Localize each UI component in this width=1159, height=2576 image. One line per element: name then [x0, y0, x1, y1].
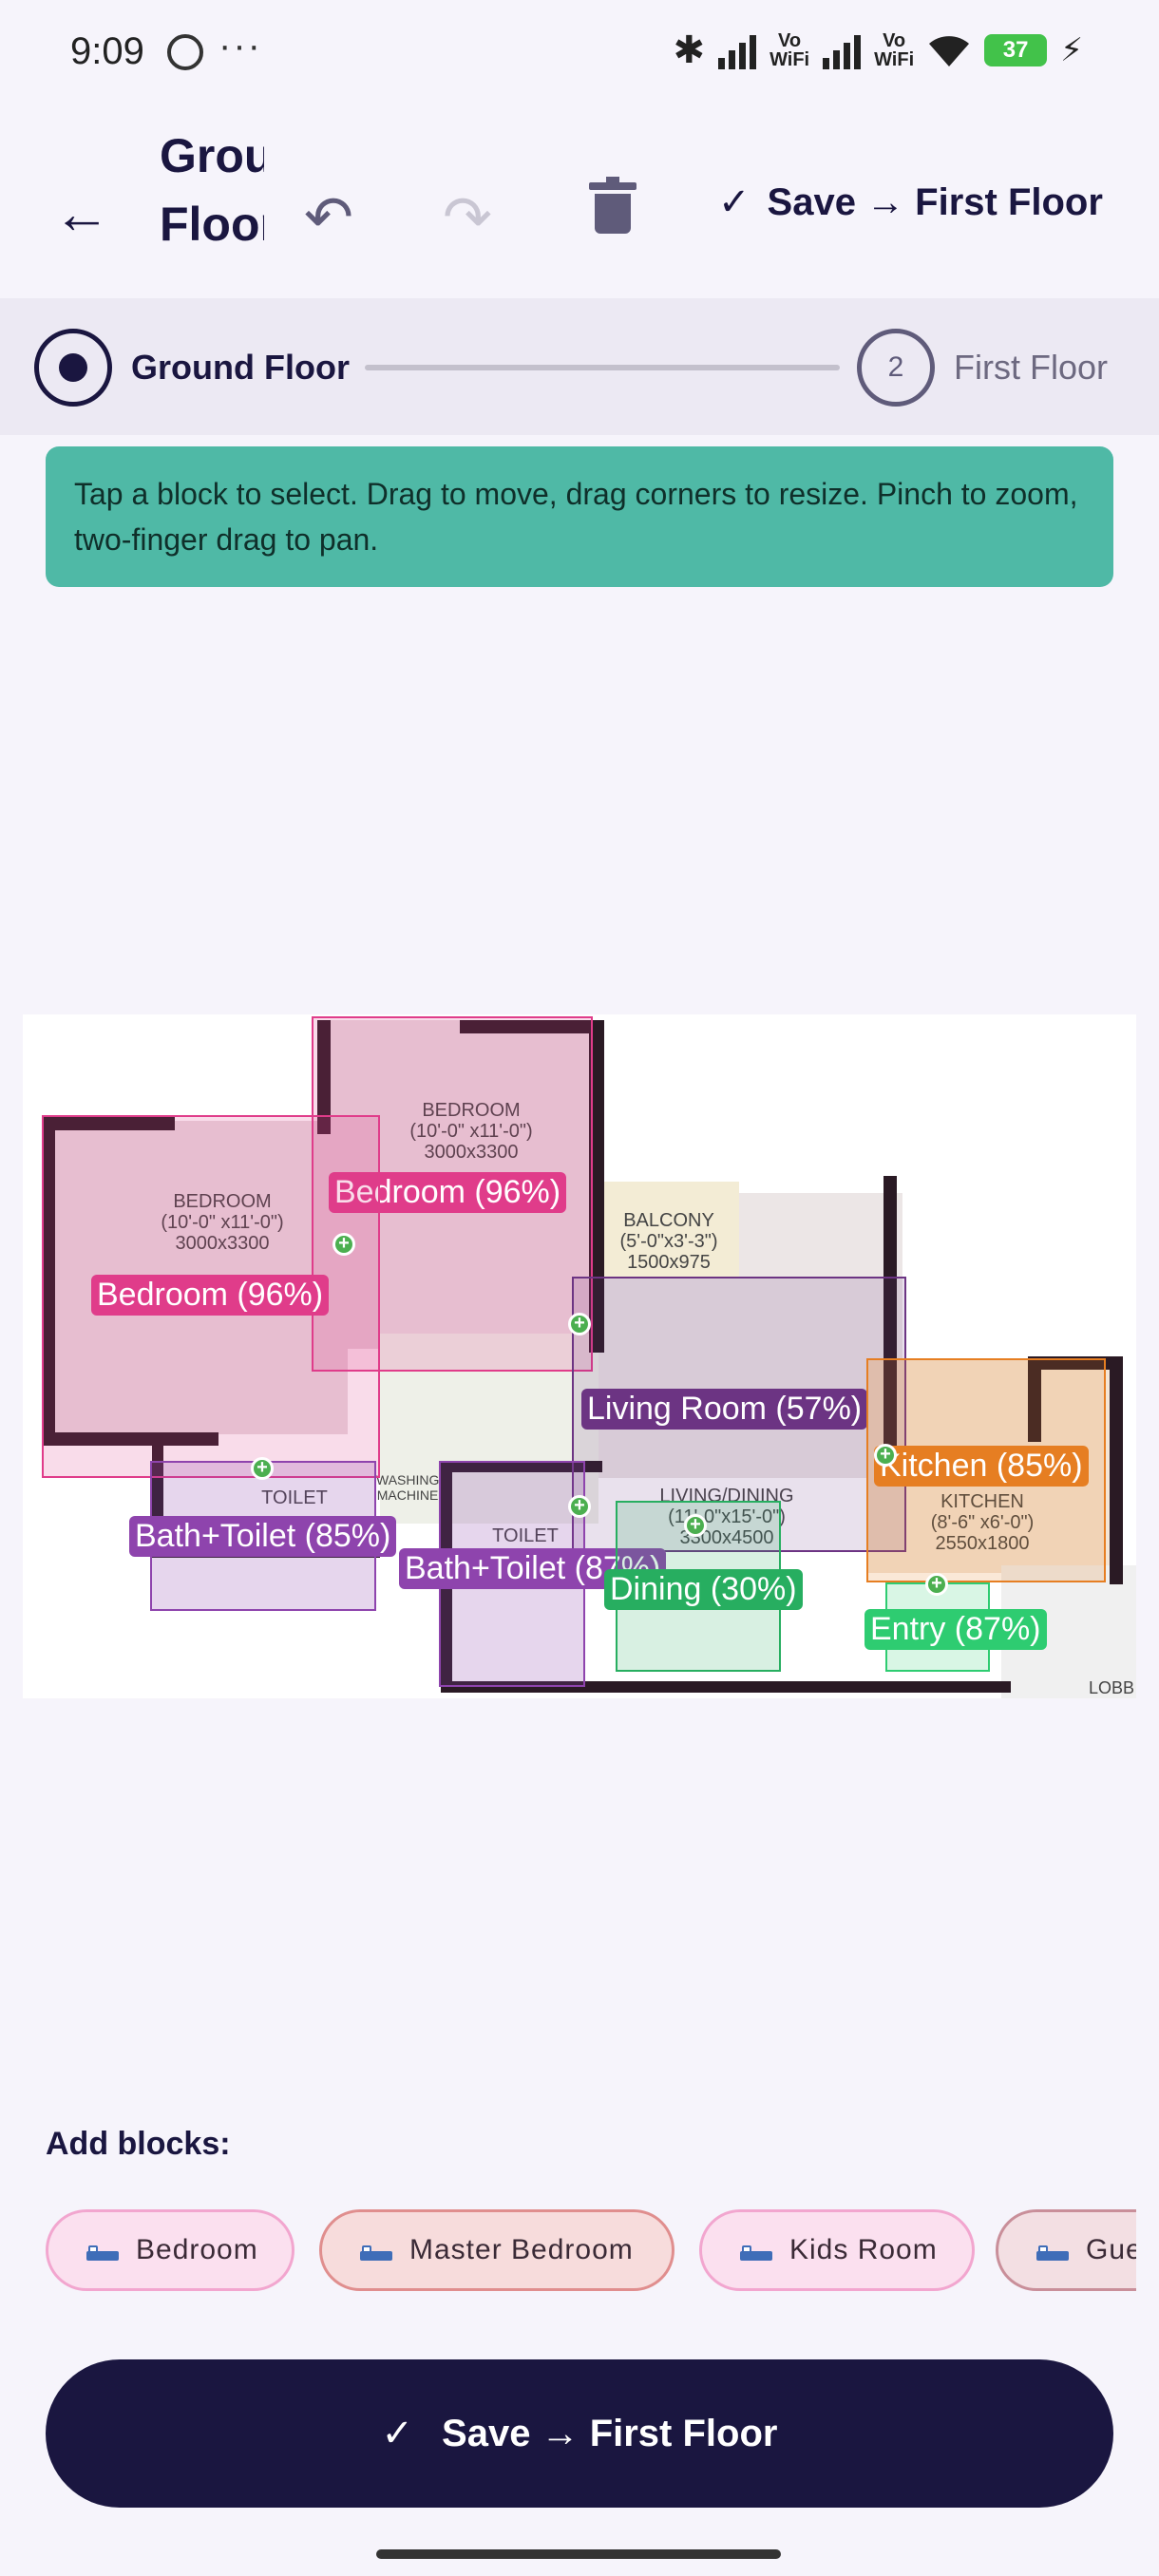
bluetooth-icon: ✱ — [673, 29, 706, 71]
delete-icon[interactable] — [589, 177, 636, 234]
battery-icon: 37 — [984, 34, 1048, 66]
block-label: Kitchen (85%) — [874, 1446, 1089, 1487]
bed-icon — [740, 2240, 772, 2261]
home-indicator[interactable] — [376, 2549, 781, 2559]
bed-icon — [86, 2240, 119, 2261]
block-entry[interactable]: Entry (87%) — [864, 1582, 1047, 1672]
chip-label: Guest Room — [1086, 2234, 1136, 2265]
chip-bedroom[interactable]: Bedroom — [46, 2209, 294, 2291]
add-blocks-title: Add blocks: — [46, 2126, 231, 2162]
save-next-floor-button[interactable]: ✓ Save → First Floor — [718, 180, 1103, 224]
resize-handle-icon[interactable]: + — [568, 1313, 591, 1335]
vowifi-icon: Vo WiFi — [874, 30, 915, 70]
more-notifications-icon: ··· — [218, 25, 262, 66]
save-next-floor-bottom-label: Save → First Floor — [442, 2412, 778, 2454]
whatsapp-icon — [167, 34, 203, 70]
chip-label: Bedroom — [136, 2234, 258, 2265]
resize-handle-icon[interactable]: + — [684, 1514, 707, 1537]
plan-wall — [1110, 1356, 1123, 1584]
resize-handle-icon[interactable]: + — [925, 1573, 948, 1596]
status-time: 9:09 — [70, 30, 144, 72]
block-kitchen[interactable]: Kitchen (85%) — [866, 1358, 1106, 1582]
block-label: Entry (87%) — [864, 1609, 1047, 1650]
plan-text-washing: WASHING MACHINE — [376, 1472, 440, 1503]
block-label: Dining (30%) — [604, 1569, 803, 1610]
step-label-ground-floor: Ground Floor — [131, 348, 350, 387]
floor-plan-canvas[interactable]: BEDROOM (10'-0" x11'-0") 3000x3300 BEDROOM… — [23, 1014, 1136, 1698]
chip-kids-room[interactable]: Kids Room — [699, 2209, 975, 2291]
save-next-floor-bottom-button[interactable]: ✓ Save → First Floor — [46, 2359, 1113, 2508]
block-label: Living Room (57%) — [581, 1389, 868, 1430]
resize-handle-icon[interactable]: + — [332, 1233, 355, 1256]
save-next-floor-label: Save → First Floor — [767, 180, 1103, 223]
block-bath-toilet-left[interactable]: Bath+Toilet (85%) — [129, 1461, 397, 1611]
chip-label: Master Bedroom — [409, 2234, 634, 2265]
wifi-icon — [929, 36, 970, 66]
status-bar: 9:09 ··· ✱ Vo WiFi Vo WiFi 37 ⚡ — [0, 0, 1159, 104]
floor-stepper: Ground Floor 2 First Floor — [0, 298, 1159, 435]
vowifi-icon: Vo WiFi — [770, 30, 810, 70]
back-arrow-icon[interactable]: ← — [53, 180, 110, 246]
redo-icon: ↷ — [443, 185, 492, 251]
signal-icon — [718, 31, 757, 69]
signal-icon — [823, 31, 862, 69]
bed-icon — [1036, 2240, 1069, 2261]
charging-icon: ⚡ — [1060, 32, 1083, 68]
step-connector — [365, 365, 840, 370]
step-indicator-active — [34, 329, 112, 407]
page-title: Ground Floor — [160, 129, 264, 251]
plan-text-balcony: BALCONY (5'-0"x3'-3") 1500x975 — [619, 1210, 718, 1273]
resize-handle-icon[interactable]: + — [874, 1444, 897, 1467]
resize-handle-icon[interactable]: + — [251, 1457, 274, 1480]
check-icon: ✓ — [718, 181, 750, 223]
block-label: Bath+Toilet (85%) — [129, 1516, 397, 1557]
bed-icon — [360, 2240, 392, 2261]
block-bedroom-left[interactable]: Bedroom (96%) — [42, 1115, 380, 1478]
chip-guest-room[interactable]: Guest Room — [996, 2209, 1136, 2291]
block-label: Bedroom (96%) — [91, 1275, 330, 1316]
resize-handle-icon[interactable]: + — [568, 1495, 591, 1518]
block-bath-toilet-mid[interactable]: Bath+Toilet (87%) — [399, 1461, 667, 1687]
step-label-first-floor: First Floor — [954, 348, 1108, 387]
chip-label: Kids Room — [789, 2234, 938, 2265]
step-indicator-2: 2 — [857, 329, 935, 407]
chip-master-bedroom[interactable]: Master Bedroom — [319, 2209, 674, 2291]
app-bar: ← Ground Floor ↶ ↷ ✓ Save → First Floor — [0, 104, 1159, 298]
status-icons: ✱ Vo WiFi Vo WiFi 37 ⚡ — [674, 28, 1083, 72]
instructions-banner: Tap a block to select. Drag to move, dra… — [46, 446, 1113, 587]
add-blocks-chip-row[interactable]: Bedroom Master Bedroom Kids Room Guest R… — [46, 2209, 1136, 2295]
undo-icon[interactable]: ↶ — [304, 182, 353, 252]
check-icon: ✓ — [381, 2413, 414, 2454]
plan-text-lobby: LOBB — [1088, 1678, 1135, 1697]
